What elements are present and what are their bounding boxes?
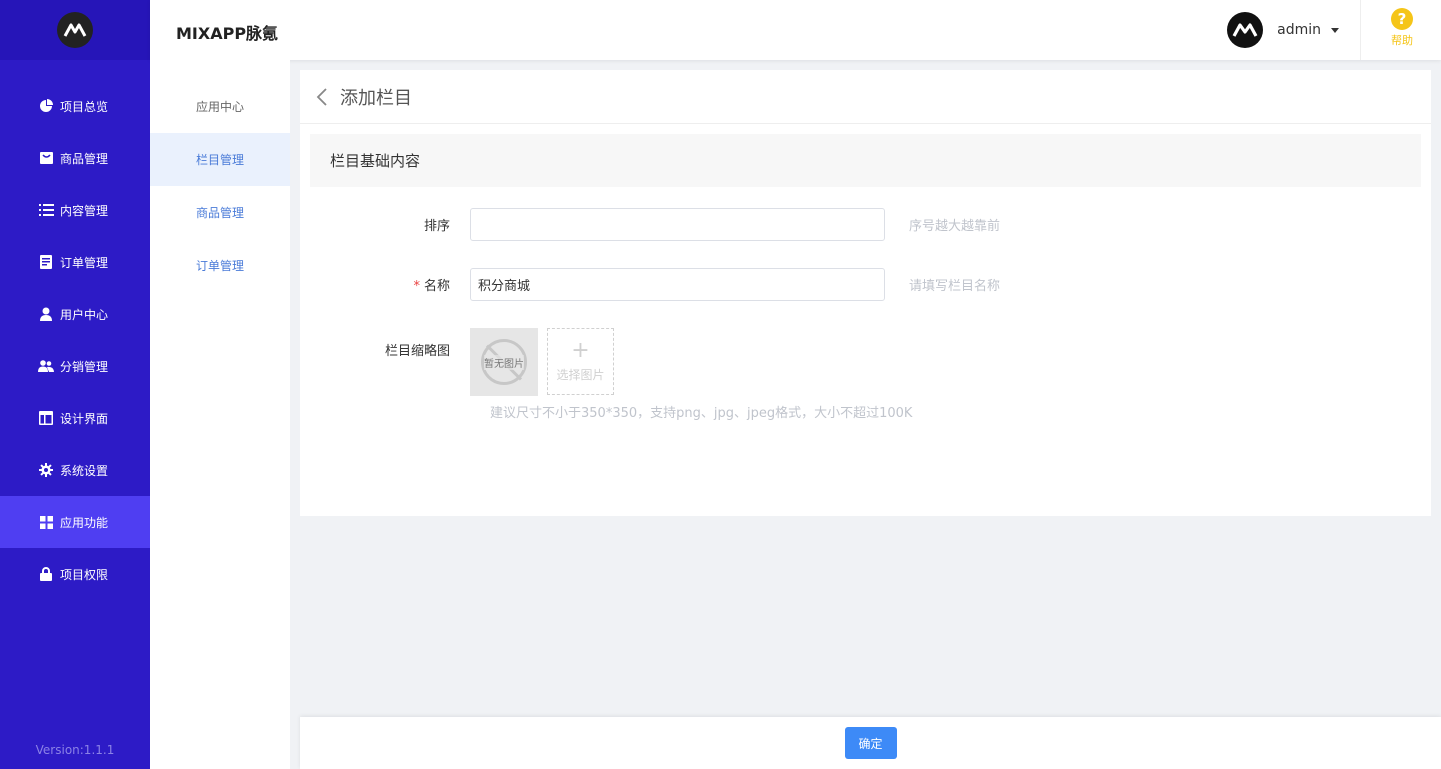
users-icon	[38, 358, 54, 374]
app-title: MIXAPP脉氪	[176, 24, 279, 43]
chevron-down-icon[interactable]	[1331, 27, 1339, 33]
help-button[interactable]: ? 帮助	[1387, 8, 1417, 48]
gear-icon	[38, 462, 54, 478]
help-label: 帮助	[1391, 34, 1413, 47]
name-input[interactable]	[470, 268, 885, 301]
version-label: Version:1.1.1	[35, 743, 115, 757]
header-divider	[1360, 0, 1361, 60]
subnav-item-category-management[interactable]: 栏目管理	[150, 133, 290, 186]
main-nav: 项目总览 商品管理 内容管理 订单管理 用户中心 分销管理 设计界面 系统设置	[0, 80, 150, 600]
user-menu[interactable]: admin	[1227, 10, 1339, 50]
footer-bar: 确定	[300, 717, 1441, 769]
logo-area	[0, 0, 150, 60]
name-label-text: 名称	[423, 279, 450, 294]
sidebar-item-label: 订单管理	[60, 255, 109, 270]
sidebar-item-label: 设计界面	[60, 411, 109, 426]
sidebar-item-label: 内容管理	[60, 203, 109, 218]
bag-icon	[38, 150, 54, 166]
top-header: MIXAPP脉氪 admin ? 帮助	[150, 0, 1441, 60]
sort-label: 排序	[423, 219, 450, 234]
sidebar-item-products[interactable]: 商品管理	[0, 132, 150, 184]
select-image-button[interactable]: + 选择图片	[547, 328, 614, 395]
sidebar-item-apps[interactable]: 应用功能	[0, 496, 150, 548]
section-title: 栏目基础内容	[310, 134, 1421, 187]
page-title: 添加栏目	[340, 87, 412, 109]
name-label: * 名称	[300, 275, 470, 294]
sidebar-item-orders[interactable]: 订单管理	[0, 236, 150, 288]
thumbnail-label: 栏目缩略图	[384, 344, 450, 359]
subnav-item-app-center[interactable]: 应用中心	[150, 80, 290, 133]
back-icon[interactable]	[316, 87, 332, 107]
plus-icon: +	[571, 338, 590, 363]
confirm-button[interactable]: 确定	[844, 727, 897, 759]
username[interactable]: admin	[1277, 22, 1321, 38]
sidebar-item-distribution[interactable]: 分销管理	[0, 340, 150, 392]
sidebar-item-label: 项目总览	[60, 99, 109, 114]
sidebar-item-content[interactable]: 内容管理	[0, 184, 150, 236]
pie-chart-icon	[38, 98, 54, 114]
sidebar-item-label: 项目权限	[60, 567, 109, 582]
sort-input[interactable]	[470, 208, 885, 241]
sidebar-item-label: 分销管理	[60, 359, 109, 374]
sidebar-item-label: 商品管理	[60, 151, 109, 166]
sidebar-item-users[interactable]: 用户中心	[0, 288, 150, 340]
logo-icon[interactable]	[57, 12, 93, 48]
no-image-text: 暂无图片	[484, 354, 524, 370]
user-icon	[38, 306, 54, 322]
sidebar-item-label: 应用功能	[60, 515, 109, 530]
name-row: *名称 请填写栏目名称	[300, 268, 1000, 301]
no-image-placeholder: 暂无图片	[470, 328, 538, 396]
thumbnail-row: 栏目缩略图 暂无图片 + 选择图片	[300, 328, 614, 396]
page-header: 添加栏目	[300, 70, 1431, 124]
required-mark: *	[413, 279, 420, 294]
name-hint: 请填写栏目名称	[909, 279, 1001, 294]
help-icon: ?	[1391, 8, 1413, 30]
select-image-label: 选择图片	[556, 368, 605, 382]
sidebar-item-label: 系统设置	[60, 463, 109, 478]
main-sidebar: 项目总览 商品管理 内容管理 订单管理 用户中心 分销管理 设计界面 系统设置	[0, 0, 150, 769]
sidebar-item-permissions[interactable]: 项目权限	[0, 548, 150, 600]
sidebar-item-design[interactable]: 设计界面	[0, 392, 150, 444]
subnav-item-order-management[interactable]: 订单管理	[150, 239, 290, 292]
sidebar-item-label: 用户中心	[60, 307, 109, 322]
sort-hint: 序号越大越靠前	[909, 219, 1001, 234]
thumbnail-area: 暂无图片 + 选择图片	[470, 328, 614, 396]
sub-sidebar: 应用中心 栏目管理 商品管理 订单管理	[150, 60, 290, 769]
sidebar-item-settings[interactable]: 系统设置	[0, 444, 150, 496]
main-card: 添加栏目 栏目基础内容 排序 序号越大越靠前 *名称 请填写栏目名称 栏目缩略图…	[300, 70, 1431, 516]
grid-icon	[38, 514, 54, 530]
subnav-item-product-management[interactable]: 商品管理	[150, 186, 290, 239]
layout-icon	[38, 410, 54, 426]
avatar[interactable]	[1227, 12, 1264, 48]
sidebar-item-overview[interactable]: 项目总览	[0, 80, 150, 132]
document-icon	[38, 254, 54, 270]
sort-row: 排序 序号越大越靠前	[300, 208, 1000, 241]
lock-icon	[38, 566, 54, 582]
list-icon	[38, 202, 54, 218]
thumbnail-hint: 建议尺寸不小于350*350，支持png、jpg、jpeg格式，大小不超过100…	[490, 406, 913, 421]
